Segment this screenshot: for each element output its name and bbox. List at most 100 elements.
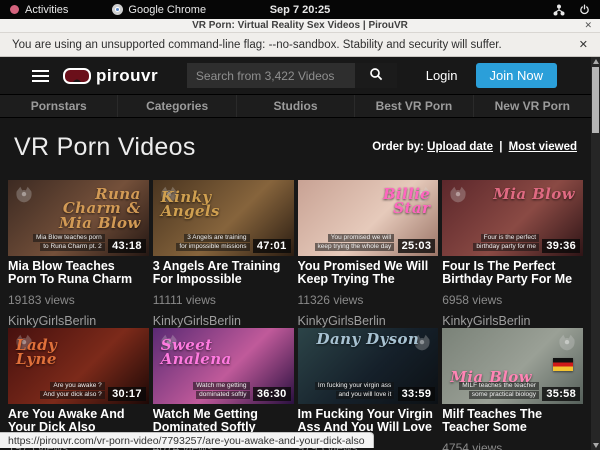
video-title[interactable]: Four Is The Perfect Birthday Party For M… [442,260,583,286]
thumb-duration: 25:03 [398,239,436,253]
login-link[interactable]: Login [426,68,458,83]
power-icon[interactable] [579,4,590,15]
video-studio[interactable]: KinkyGirlsBerlin [298,314,439,328]
video-title[interactable]: Are You Awake And Your Dick Also [8,408,149,434]
video-title[interactable]: 3 Angels Are Training For Impossible Mis… [153,260,294,286]
thumb-model-name: Billie Star [343,187,430,216]
nav-item-pornstars[interactable]: Pornstars [0,95,117,117]
scrollbar-thumb[interactable] [592,67,599,133]
video-thumb[interactable]: Billie Star You promised we willkeep try… [298,180,439,256]
nav-item-new-vr-porn[interactable]: New VR Porn [473,95,591,117]
thumb-duration: 35:58 [542,387,580,401]
browser-viewport: pirouvr Login Join Now Pornstars Categor… [0,57,591,450]
vertical-scrollbar[interactable] [591,57,600,450]
thumb-caption: Are you awake ?And your dick also ? [40,382,105,399]
scroll-up-arrow-icon[interactable] [593,59,599,64]
video-views: 4754 views [442,441,583,450]
video-views: 11326 views [298,293,439,307]
thumb-duration: 43:18 [108,239,146,253]
thumb-duration: 30:17 [108,387,146,401]
order-by-most-viewed-link[interactable]: Most viewed [509,141,577,153]
thumb-caption: Watch me gettingdominated softly [193,382,249,399]
thumb-caption: You promised we willkeep trying the whol… [315,234,395,251]
page-title: VR Porn Videos [14,133,196,162]
video-card[interactable]: Billie Star You promised we willkeep try… [298,180,439,328]
clock[interactable]: Sep 7 20:25 [0,4,600,16]
video-views: 19183 views [8,293,149,307]
system-top-bar: Activities Google Chrome Sep 7 20:25 [0,0,600,19]
thumb-duration: 33:59 [398,387,436,401]
window-close-icon[interactable]: ✕ [584,20,592,31]
video-thumb[interactable]: Runa Charm & Mia Blow Mia Blow teaches p… [8,180,149,256]
order-by-label: Order by: [372,141,424,153]
video-title[interactable]: You Promised We Will Keep Trying The Who… [298,260,439,286]
video-title[interactable]: Watch Me Getting Dominated Softly [153,408,294,434]
video-studio[interactable]: KinkyGirlsBerlin [442,314,583,328]
video-thumb[interactable]: Sweet Analena Watch me gettingdominated … [153,328,294,404]
video-card[interactable]: Kinky Angels 3 Angels are trainingfor im… [153,180,294,328]
video-thumb[interactable]: Lady Lyne Are you awake ?And your dick a… [8,328,149,404]
page-content: VR Porn Videos Order by: Upload date | M… [0,130,591,450]
video-card[interactable]: Mia Blow Four is the perfectbirthday par… [442,180,583,328]
search-bar [187,63,397,88]
video-thumb[interactable]: Kinky Angels 3 Angels are trainingfor im… [153,180,294,256]
main-nav: Pornstars Categories Studios Best VR Por… [0,95,591,118]
thumb-caption: MILF teaches the teachersome practical b… [459,382,539,399]
order-by-upload-date-link[interactable]: Upload date [427,141,493,153]
thumb-model-name: Dany Dyson [298,332,439,346]
video-card[interactable]: Runa Charm & Mia Blow Mia Blow teaches p… [8,180,149,328]
site-logo[interactable]: pirouvr [63,66,158,86]
thumb-model-name: Runa Charm & Mia Blow [54,187,141,230]
thumb-caption: 3 Angels are trainingfor impossible miss… [176,234,249,251]
window-title-bar: VR Porn: Virtual Reality Sex Videos | Pi… [0,19,600,33]
network-icon[interactable] [553,4,565,16]
studio-logo-icon [447,184,469,206]
vr-headset-icon [63,68,91,84]
thumb-duration: 47:01 [253,239,291,253]
warning-text: You are using an unsupported command-lin… [12,39,502,51]
video-views: 11111 views [153,293,294,307]
hamburger-menu-icon[interactable] [32,70,49,82]
video-thumb[interactable]: Dany Dyson Im fucking your virgin assand… [298,328,439,404]
thumb-model-name: Mia Blow [488,187,575,201]
thumb-model-name: Lady Lyne [16,338,103,367]
video-title[interactable]: Milf Teaches The Teacher Some Practical … [442,408,583,434]
sandbox-warning-bar: You are using an unsupported command-lin… [0,33,600,57]
link-preview-status-bar: https://pirouvr.com/vr-porn-video/779325… [0,432,374,448]
thumb-model-name: Sweet Analena [161,338,248,367]
screen: Activities Google Chrome Sep 7 20:25 VR … [0,0,600,450]
thumb-model-name: Kinky Angels [161,190,248,219]
warning-close-icon[interactable]: ✕ [579,38,588,51]
video-grid: Runa Charm & Mia Blow Mia Blow teaches p… [8,180,583,450]
thumb-caption: Four is the perfectbirthday party for me [473,234,539,251]
scroll-down-arrow-icon[interactable] [593,443,599,448]
order-by-separator: | [499,141,502,153]
studio-logo-icon [13,184,35,206]
video-card[interactable]: Mia Blow MILF teaches the teachersome pr… [442,328,583,450]
search-icon [369,67,383,84]
nav-item-studios[interactable]: Studios [236,95,354,117]
flag-de-icon [553,358,573,371]
video-title[interactable]: Im Fucking Your Virgin Ass And You Will … [298,408,439,434]
search-input[interactable] [187,63,355,88]
thumb-caption: Im fucking your virgin assand you will l… [315,382,394,399]
studio-logo-icon [556,332,578,354]
video-thumb[interactable]: Mia Blow MILF teaches the teachersome pr… [442,328,583,404]
nav-item-categories[interactable]: Categories [117,95,235,117]
logo-text: pirouvr [96,66,158,86]
window-title: VR Porn: Virtual Reality Sex Videos | Pi… [0,20,600,31]
order-by: Order by: Upload date | Most viewed [372,141,577,153]
status-url: https://pirouvr.com/vr-porn-video/779325… [8,435,365,447]
video-views: 6958 views [442,293,583,307]
join-now-button[interactable]: Join Now [476,63,557,88]
video-studio[interactable]: KinkyGirlsBerlin [153,314,294,328]
thumb-caption: Mia Blow teaches pornto Runa Charm pt. 2 [33,234,105,251]
video-title[interactable]: Mia Blow Teaches Porn To Runa Charm Pt 2 [8,260,149,286]
search-button[interactable] [355,63,397,88]
site-header: pirouvr Login Join Now [0,57,591,95]
nav-item-best-vr-porn[interactable]: Best VR Porn [354,95,472,117]
thumb-duration: 39:36 [542,239,580,253]
video-studio[interactable]: KinkyGirlsBerlin [8,314,149,328]
video-thumb[interactable]: Mia Blow Four is the perfectbirthday par… [442,180,583,256]
thumb-duration: 36:30 [253,387,291,401]
